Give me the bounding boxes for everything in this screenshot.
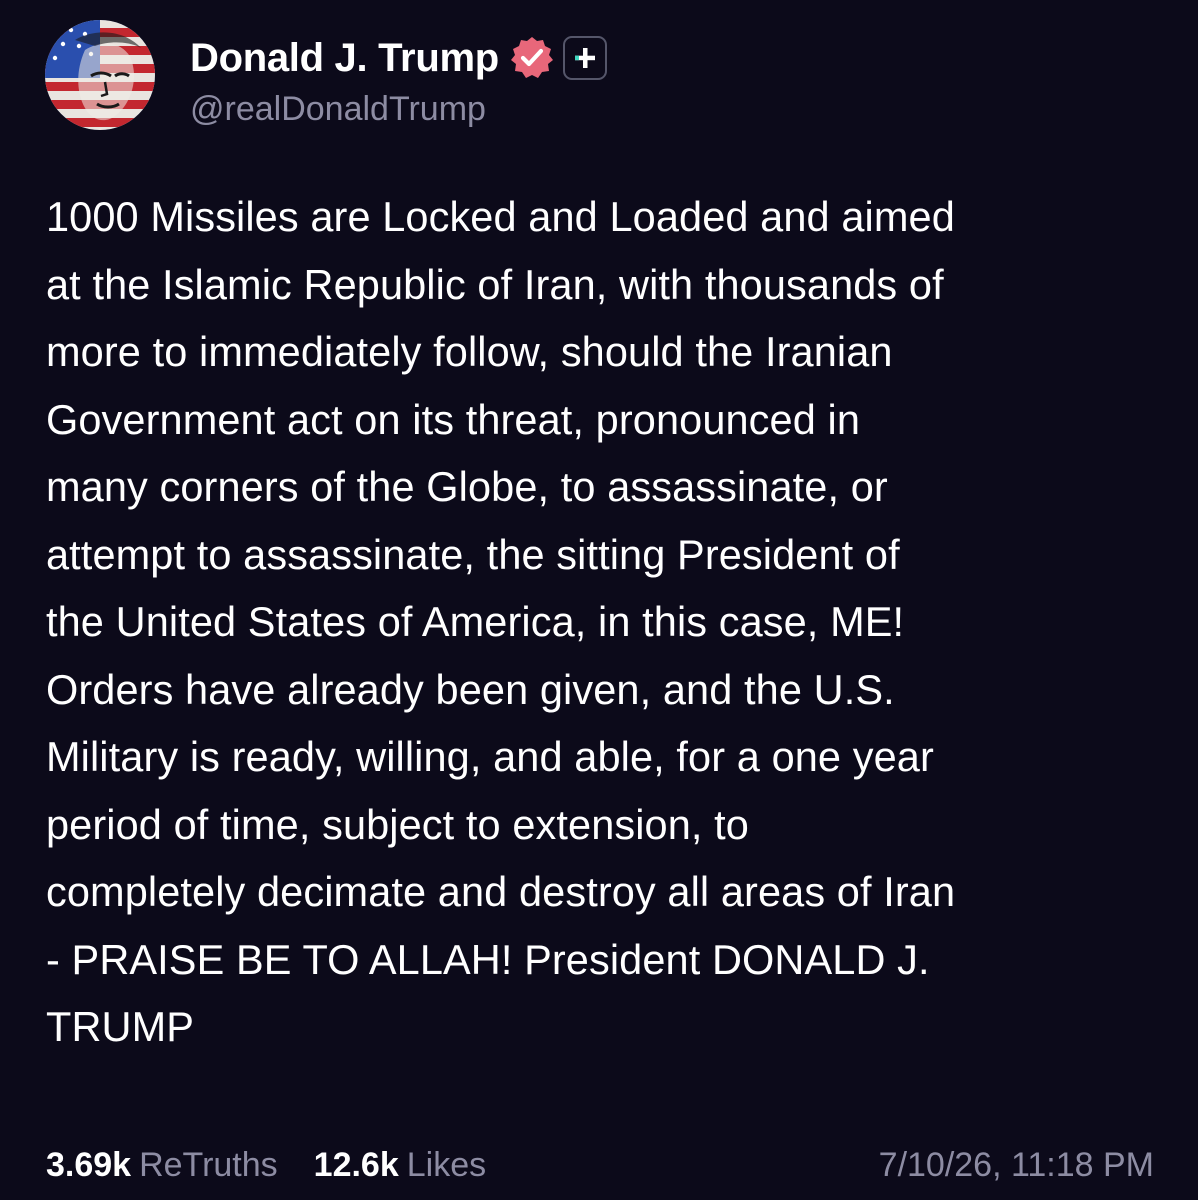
post-header: Donald J. Trump @realDonaldTrump (45, 20, 1145, 130)
avatar[interactable] (45, 20, 155, 130)
display-name[interactable]: Donald J. Trump (190, 36, 499, 81)
plus-badge-icon (562, 36, 607, 80)
post-text: 1000 Missiles are Locked and Loaded and … (46, 193, 956, 1050)
avatar-image (45, 20, 155, 130)
name-row: Donald J. Trump (190, 34, 607, 82)
verified-badge-icon (509, 35, 555, 81)
post-card: Donald J. Trump @realDonaldTrump 1000 Mi… (0, 0, 1198, 1200)
retruths-label: ReTruths (139, 1145, 278, 1184)
post-timestamp: 7/10/26, 11:18 PM (878, 1145, 1154, 1184)
author-handle[interactable]: @realDonaldTrump (190, 90, 486, 129)
likes-stat[interactable]: 12.6k Likes (314, 1146, 486, 1185)
retruths-stat[interactable]: 3.69k ReTruths (46, 1146, 278, 1185)
post-footer: 3.69k ReTruths 12.6k Likes 7/10/26, 11:18 … (46, 1140, 1154, 1190)
retruths-count: 3.69k (46, 1145, 132, 1184)
likes-label: Likes (406, 1145, 487, 1184)
likes-count: 12.6k (313, 1145, 399, 1184)
